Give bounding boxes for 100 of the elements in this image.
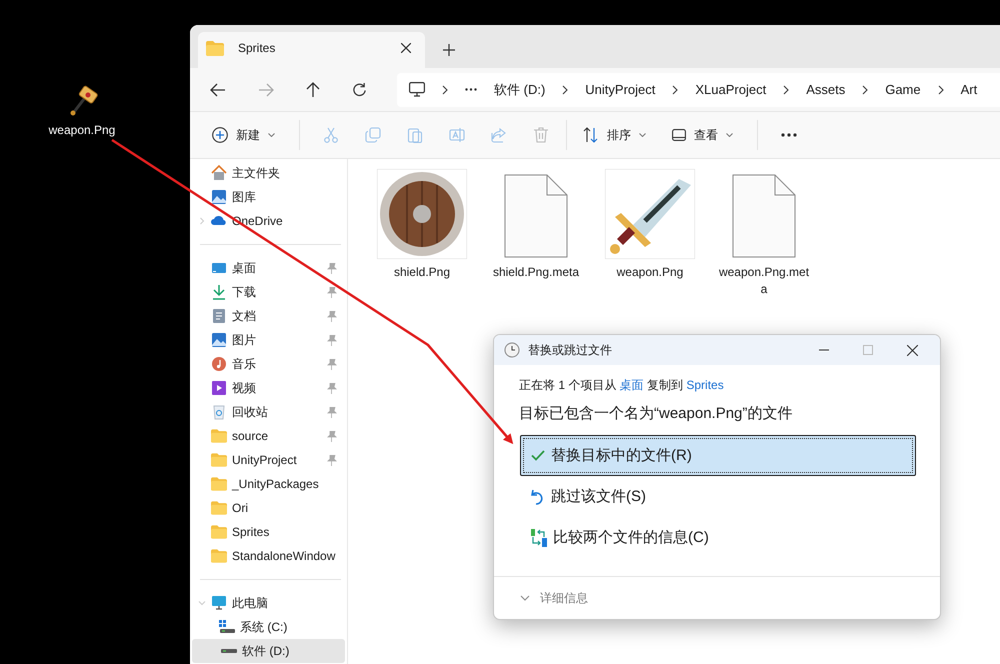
shield-thumbnail[interactable] xyxy=(377,169,467,259)
view-button[interactable]: 查看 xyxy=(666,122,739,148)
up-arrow-icon[interactable] xyxy=(306,82,320,98)
folder-icon xyxy=(211,477,227,491)
download-icon xyxy=(211,284,227,300)
more-icon[interactable] xyxy=(781,133,797,137)
back-arrow-icon[interactable] xyxy=(210,82,226,96)
option-button[interactable]: 跳过该文件(S) xyxy=(520,476,916,517)
source-link[interactable]: 桌面 xyxy=(620,378,644,392)
music-icon xyxy=(211,356,227,372)
sidebar-item[interactable]: 桌面 xyxy=(190,256,347,280)
breadcrumb-item[interactable]: Art xyxy=(960,82,978,97)
caret-icon xyxy=(268,133,275,137)
sidebar-item[interactable]: 回收站 xyxy=(190,400,347,424)
sidebar-item[interactable]: UnityProject xyxy=(190,448,347,472)
sidebar-item[interactable]: 此电脑 xyxy=(190,591,347,615)
chevron-icon xyxy=(783,84,790,94)
blank-file-icon[interactable] xyxy=(504,174,568,258)
sidebar-item[interactable]: 音乐 xyxy=(190,352,347,376)
compare-icon xyxy=(531,528,547,546)
checkmark-icon xyxy=(531,450,545,461)
folder-icon xyxy=(211,549,227,563)
sidebar-item[interactable]: source xyxy=(190,424,347,448)
new-button[interactable]: 新建 xyxy=(206,122,281,148)
pin-icon[interactable] xyxy=(327,406,337,418)
chevron-icon xyxy=(672,84,678,94)
pin-icon[interactable] xyxy=(327,310,337,322)
destination-link[interactable]: Sprites xyxy=(686,378,724,392)
pin-icon[interactable] xyxy=(327,262,337,274)
sidebar-item[interactable]: 系统 (C:) xyxy=(190,615,347,639)
option-button[interactable]: 替换目标中的文件(R) xyxy=(520,435,916,476)
pin-icon[interactable] xyxy=(327,454,337,466)
sidebar-item[interactable]: 文档 xyxy=(190,304,347,328)
close-icon[interactable] xyxy=(401,43,411,53)
sidebar-item[interactable]: StandaloneWindow xyxy=(190,544,347,568)
file-name[interactable]: weapon.Png xyxy=(604,264,696,281)
desktop-icon-label[interactable]: weapon.Png xyxy=(48,123,116,137)
drive-icon xyxy=(219,620,235,634)
folder-icon xyxy=(211,453,227,467)
copy-icon[interactable] xyxy=(365,127,381,143)
chevron-icon xyxy=(562,84,568,94)
share-icon[interactable] xyxy=(491,127,507,143)
caret-icon xyxy=(639,133,646,137)
file-name[interactable]: shield.Png xyxy=(376,264,468,281)
sidebar-item[interactable]: 视频 xyxy=(190,376,347,400)
chevron-icon xyxy=(520,595,530,601)
sort-arrows-icon xyxy=(583,127,599,143)
sidebar-item[interactable]: 软件 (D:) xyxy=(192,639,345,663)
chevron-icon xyxy=(862,84,868,94)
picture-icon xyxy=(211,189,227,205)
pin-icon[interactable] xyxy=(327,382,337,394)
clock-icon xyxy=(504,342,520,358)
monitor-icon xyxy=(409,82,425,97)
breadcrumb-item[interactable]: XLuaProject xyxy=(695,82,766,97)
maximize-icon[interactable] xyxy=(863,345,873,355)
rename-icon[interactable] xyxy=(449,127,465,143)
sidebar-item[interactable]: _UnityPackages xyxy=(190,472,347,496)
sidebar-item[interactable]: 图片 xyxy=(190,328,347,352)
pin-icon[interactable] xyxy=(327,286,337,298)
pin-icon[interactable] xyxy=(327,334,337,346)
file-name[interactable]: shield.Png.meta xyxy=(490,264,582,281)
option-button[interactable]: 比较两个文件的信息(C) xyxy=(520,517,916,558)
document-icon xyxy=(211,308,227,324)
sidebar-item[interactable]: 下载 xyxy=(190,280,347,304)
pin-icon[interactable] xyxy=(327,430,337,442)
sort-button[interactable]: 排序 xyxy=(577,122,652,148)
paste-icon[interactable] xyxy=(407,127,423,143)
details-toggle[interactable]: 详细信息 xyxy=(520,590,588,606)
copy-status-text: 正在将 1 个项目从 桌面 复制到 Sprites xyxy=(519,377,725,394)
home-icon xyxy=(211,165,227,181)
refresh-icon[interactable] xyxy=(352,82,367,97)
folder-icon xyxy=(211,525,227,539)
sidebar-item[interactable]: 图库 xyxy=(190,185,347,209)
breadcrumb-item[interactable]: UnityProject xyxy=(585,82,656,97)
more-icon[interactable] xyxy=(465,88,477,91)
close-icon[interactable] xyxy=(907,344,918,356)
browser-tab[interactable]: Sprites xyxy=(198,32,425,68)
blank-file-icon[interactable] xyxy=(732,174,796,258)
address-bar[interactable]: 软件 (D:) UnityProject XLuaProject Assets Game Art xyxy=(397,72,1000,106)
scissors-icon[interactable] xyxy=(323,127,339,143)
dialog-title: 替换或跳过文件 xyxy=(528,342,613,358)
chevron-icon[interactable] xyxy=(198,217,206,225)
plus-circle-icon xyxy=(212,127,228,143)
sidebar-item[interactable]: Sprites xyxy=(190,520,347,544)
trash-icon[interactable] xyxy=(533,127,549,143)
folder-icon xyxy=(206,40,224,56)
breadcrumb-item[interactable]: Assets xyxy=(806,82,846,97)
folder-icon xyxy=(211,501,227,515)
breadcrumb-item[interactable]: Game xyxy=(885,82,921,97)
sidebar-item[interactable]: Ori xyxy=(190,496,347,520)
sidebar-item[interactable]: 主文件夹 xyxy=(190,161,347,185)
undo-arrow-icon xyxy=(531,488,545,504)
sword-thumbnail[interactable] xyxy=(605,169,695,259)
chevron-icon[interactable] xyxy=(198,599,206,607)
chevron-icon xyxy=(938,84,944,94)
pin-icon[interactable] xyxy=(327,358,337,370)
file-name[interactable]: weapon.Png.meta xyxy=(718,264,810,298)
new-tab-icon[interactable] xyxy=(443,44,455,56)
breadcrumb-item[interactable]: 软件 (D:) xyxy=(494,80,546,98)
forward-arrow-icon[interactable] xyxy=(258,82,274,96)
